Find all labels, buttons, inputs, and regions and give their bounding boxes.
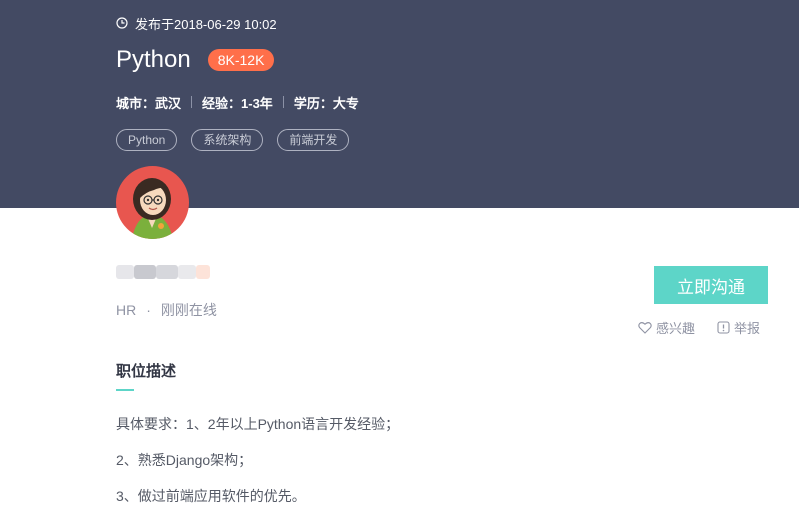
publish-time: 发布于2018-06-29 10:02 <box>135 16 277 32</box>
chat-now-button[interactable]: 立即沟通 <box>654 266 768 304</box>
description-line-2: 2、熟悉Django架构； <box>116 452 253 468</box>
recruiter-info: HR · 刚刚在线 <box>116 300 217 320</box>
online-status: 刚刚在线 <box>160 302 217 318</box>
tag-system-architecture[interactable]: 系统架构 <box>191 129 264 151</box>
meta-experience: 经验：1-3年 <box>202 95 273 111</box>
publish-info: 发布于2018-06-29 10:02 <box>116 14 277 32</box>
divider <box>282 96 284 108</box>
tag-frontend-dev[interactable]: 前端开发 <box>277 129 350 151</box>
report-icon <box>717 321 730 334</box>
interest-button[interactable]: 感兴趣 <box>638 318 695 337</box>
report-label: 举报 <box>734 321 761 336</box>
recruiter-name-blurred <box>114 259 214 285</box>
job-header: 发布于2018-06-29 10:02 Python 8K-12K 城市：武汉 … <box>0 0 799 208</box>
job-requirements: 城市：武汉 经验：1-3年 学历：大专 <box>116 92 359 112</box>
description-line-1: 具体要求：1、2年以上Python语言开发经验； <box>116 416 400 432</box>
separator-dot: · <box>146 302 151 318</box>
title-row: Python 8K-12K <box>116 44 275 76</box>
tag-python[interactable]: Python <box>116 129 178 151</box>
description-line-3: 3、做过前端应用软件的优先。 <box>116 488 306 504</box>
interest-label: 感兴趣 <box>656 321 696 336</box>
recruiter-role: HR <box>116 302 137 318</box>
section-underline <box>116 389 134 391</box>
section-title-job-description: 职位描述 <box>116 363 177 380</box>
divider <box>191 96 193 108</box>
report-button[interactable]: 举报 <box>717 318 760 337</box>
salary-badge: 8K-12K <box>207 49 275 71</box>
tag-list: Python 系统架构 前端开发 <box>116 129 363 151</box>
meta-city: 城市：武汉 <box>116 95 182 111</box>
heart-icon <box>638 322 652 334</box>
job-title: Python <box>116 46 191 73</box>
meta-education: 学历：大专 <box>293 95 359 111</box>
clock-icon <box>116 17 128 29</box>
job-actions: 感兴趣 举报 <box>638 318 760 337</box>
avatar[interactable] <box>116 166 189 239</box>
